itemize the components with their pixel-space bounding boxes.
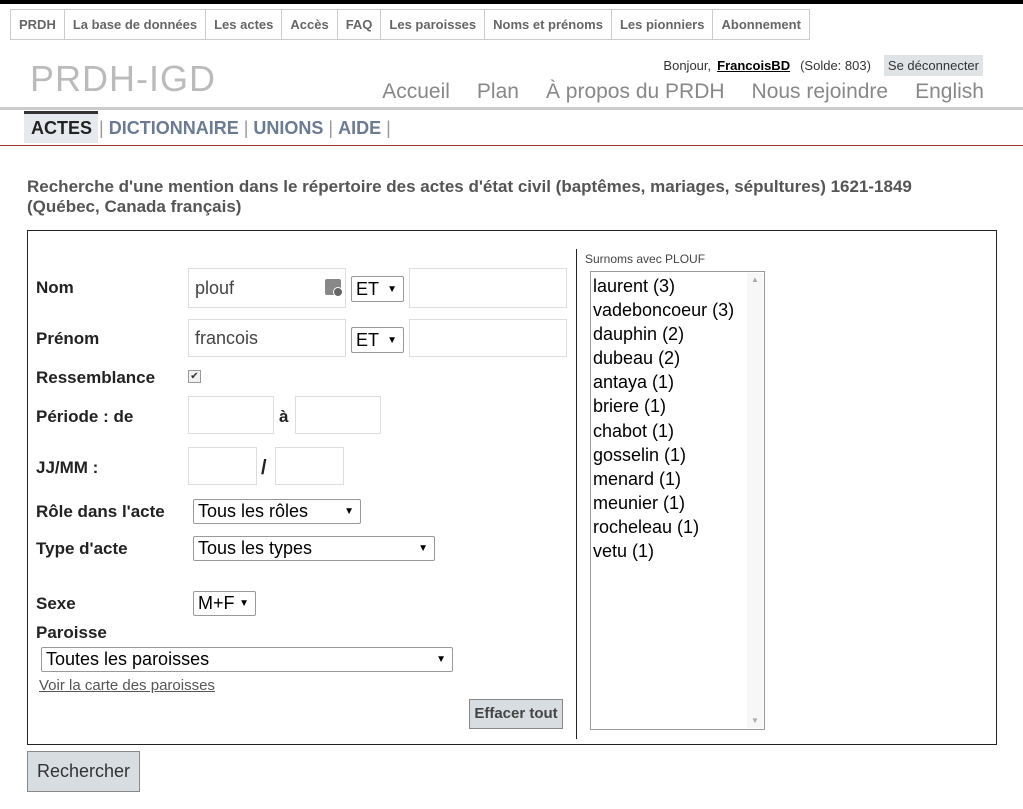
sexe-value: M+F: [198, 593, 235, 613]
nom-label: Nom: [36, 278, 74, 297]
tab-separator: |: [99, 117, 104, 138]
periode-to-input[interactable]: [295, 396, 381, 434]
greeting-text: Bonjour,: [663, 58, 712, 73]
tab-aide[interactable]: AIDE: [334, 118, 385, 139]
scroll-up-icon[interactable]: ▲: [747, 273, 763, 287]
username-link[interactable]: FrancoisBD: [717, 58, 790, 73]
site-logo[interactable]: PRDH-IGD: [30, 58, 216, 100]
topnav-acces[interactable]: Accès: [282, 10, 338, 39]
search-button[interactable]: Rechercher: [27, 751, 140, 792]
periode-from-input[interactable]: [188, 396, 274, 434]
nom-operator-select[interactable]: ET ▼: [351, 276, 404, 302]
chevron-down-icon: ▼: [344, 506, 354, 517]
top-nav: PRDH La base de données Les actes Accès …: [10, 9, 810, 40]
prenom-input[interactable]: francois: [188, 319, 346, 357]
chevron-down-icon: ▼: [387, 334, 397, 346]
topnav-faq[interactable]: FAQ: [337, 10, 382, 39]
list-item[interactable]: vetu (1): [593, 539, 762, 563]
chevron-down-icon: ▼: [418, 543, 428, 554]
sexe-label: Sexe: [36, 594, 76, 613]
tab-separator: |: [328, 117, 334, 138]
carte-paroisses-link[interactable]: Voir la carte des paroisses: [39, 677, 215, 694]
chevron-down-icon: ▼: [436, 654, 446, 665]
tab-unions[interactable]: UNIONS: [249, 118, 327, 139]
jjmm-label: JJ/MM :: [36, 458, 99, 477]
role-value: Tous les rôles: [198, 501, 309, 521]
keyboard-icon[interactable]: [325, 279, 343, 297]
tab-separator: |: [386, 117, 391, 138]
topnav-les-actes[interactable]: Les actes: [206, 10, 283, 39]
list-item[interactable]: vadeboncoeur (3): [593, 298, 762, 322]
jj-input[interactable]: [188, 447, 257, 485]
periode-label: Période : de: [36, 407, 134, 426]
prenom-operator-value: ET: [356, 329, 380, 350]
jjmm-separator: /: [261, 457, 267, 479]
list-item[interactable]: antaya (1): [593, 370, 762, 394]
logout-button[interactable]: Se déconnecter: [883, 55, 983, 76]
tab-separator: |: [243, 117, 249, 138]
main-nav: Accueil Plan À propos du PRDH Nous rejoi…: [355, 80, 984, 104]
periode-a-label: à: [279, 407, 289, 426]
surnoms-label: Surnoms avec PLOUF: [585, 252, 706, 266]
mm-input[interactable]: [275, 447, 344, 485]
list-item[interactable]: rocheleau (1): [593, 515, 762, 539]
list-item[interactable]: menard (1): [593, 467, 762, 491]
user-greeting: Bonjour, FrancoisBD (Solde: 803) Se déco…: [663, 55, 983, 76]
prenom-value: francois: [195, 327, 259, 348]
ressemblance-checkbox[interactable]: ✔: [188, 370, 201, 383]
list-scrollbar[interactable]: ▲ ▼: [747, 273, 763, 728]
prenom-label: Prénom: [36, 329, 100, 348]
list-item[interactable]: meunier (1): [593, 491, 762, 515]
topnav-les-pionniers[interactable]: Les pionniers: [611, 10, 714, 39]
list-item[interactable]: laurent (3): [593, 274, 762, 298]
nom-operator-value: ET: [356, 278, 380, 299]
role-label: Rôle dans l'acte: [36, 502, 165, 521]
scroll-down-icon[interactable]: ▼: [747, 714, 763, 728]
list-item[interactable]: gosselin (1): [593, 443, 762, 467]
mainnav-english[interactable]: English: [915, 80, 984, 104]
column-divider: [576, 249, 577, 739]
tab-actes[interactable]: ACTES: [24, 110, 99, 143]
mainnav-nous-rejoindre[interactable]: Nous rejoindre: [752, 80, 889, 104]
topnav-noms-prenoms[interactable]: Noms et prénoms: [485, 10, 612, 39]
top-black-bar: [0, 0, 1023, 4]
mainnav-accueil[interactable]: Accueil: [382, 80, 450, 104]
mainnav-plan[interactable]: Plan: [477, 80, 519, 104]
nom-extra-input[interactable]: [409, 268, 567, 308]
ressemblance-label: Ressemblance: [36, 368, 156, 387]
tabs-divider: [0, 145, 1023, 146]
paroisse-value: Toutes les paroisses: [46, 649, 210, 669]
nom-value: plouf: [195, 277, 235, 298]
list-item[interactable]: briere (1): [593, 394, 762, 418]
surnoms-list[interactable]: laurent (3) vadeboncoeur (3) dauphin (2)…: [590, 271, 765, 730]
prenom-operator-select[interactable]: ET ▼: [351, 327, 404, 353]
topnav-base-de-donnees[interactable]: La base de données: [64, 10, 207, 39]
section-tabs: ACTES | DICTIONNAIRE | UNIONS | AIDE |: [24, 110, 392, 146]
list-item[interactable]: dubeau (2): [593, 346, 762, 370]
sexe-select[interactable]: M+F ▼: [193, 591, 256, 616]
type-label: Type d'acte: [36, 539, 128, 558]
paroisse-label: Paroisse: [36, 623, 107, 642]
prenom-extra-input[interactable]: [409, 319, 567, 357]
list-item[interactable]: dauphin (2): [593, 322, 762, 346]
topnav-les-paroisses[interactable]: Les paroisses: [381, 10, 486, 39]
nom-input[interactable]: plouf: [188, 268, 346, 308]
type-value: Tous les types: [198, 538, 313, 558]
chevron-down-icon: ▼: [387, 283, 397, 295]
mainnav-a-propos[interactable]: À propos du PRDH: [546, 80, 725, 104]
role-select[interactable]: Tous les rôles ▼: [193, 499, 361, 524]
topnav-abonnement[interactable]: Abonnement: [713, 10, 810, 39]
topnav-prdh[interactable]: PRDH: [11, 10, 65, 39]
type-select[interactable]: Tous les types ▼: [193, 536, 435, 561]
clear-all-button[interactable]: Effacer tout: [469, 699, 563, 729]
paroisse-select[interactable]: Toutes les paroisses ▼: [41, 647, 453, 672]
tab-dictionnaire[interactable]: DICTIONNAIRE: [105, 118, 243, 139]
search-form: Nom plouf ET ▼ Prénom francois ET ▼ Ress…: [27, 230, 997, 745]
list-item[interactable]: chabot (1): [593, 419, 762, 443]
balance-text: (Solde: 803): [800, 58, 871, 73]
chevron-down-icon: ▼: [239, 598, 249, 609]
page-title: Recherche d'une mention dans le répertoi…: [27, 177, 912, 216]
